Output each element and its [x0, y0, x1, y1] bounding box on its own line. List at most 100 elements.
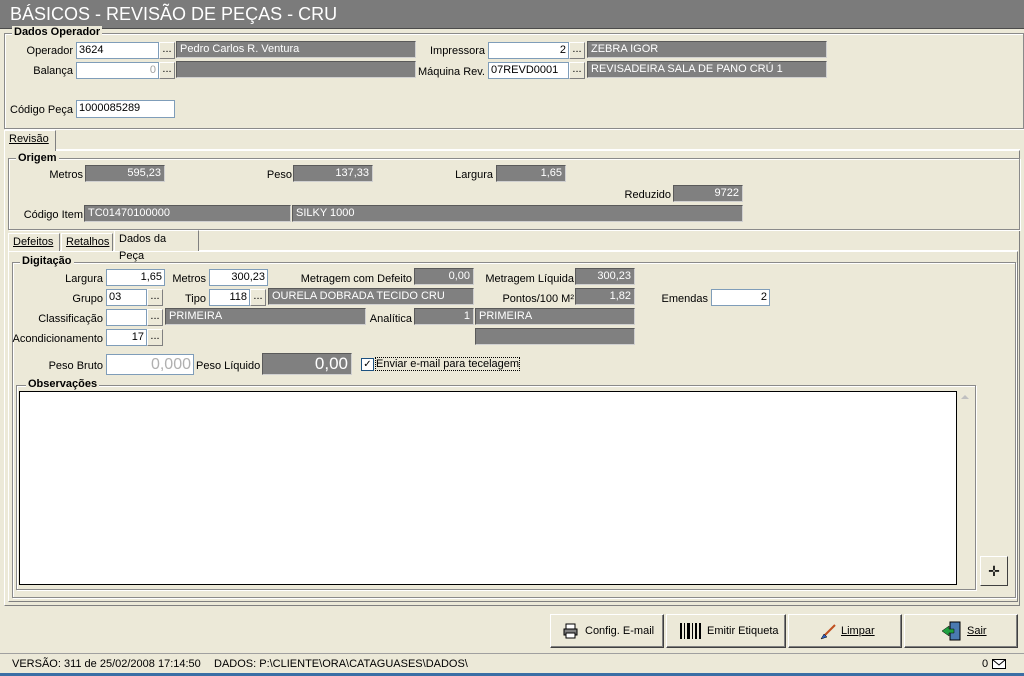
item-desc-field: SILKY 1000 — [292, 205, 743, 222]
classificacao-lookup-button[interactable]: ... — [147, 309, 163, 326]
analitica-desc-field: PRIMEIRA — [475, 308, 635, 325]
codigo-item-field: TC01470100000 — [84, 205, 291, 222]
origem-peso-label: Peso — [266, 169, 292, 181]
impressora-input[interactable]: 2 — [488, 42, 569, 59]
tipo-input[interactable]: 118 — [209, 289, 250, 306]
barcode-icon — [680, 623, 701, 639]
operador-code-input[interactable]: 3624 — [76, 42, 159, 59]
largura-input[interactable]: 1,65 — [106, 269, 165, 286]
tab-defeitos-label: Defeitos — [13, 236, 54, 248]
origem-largura-field: 1,65 — [496, 165, 566, 182]
balanca-desc-field — [176, 61, 416, 78]
operador-lookup-button[interactable]: ... — [159, 42, 175, 59]
email-checkbox-label[interactable]: Enviar e-mail para tecelagem — [374, 357, 521, 371]
balanca-label: Balança — [33, 65, 73, 77]
grupo-label: Grupo — [72, 293, 103, 305]
title-bar: BÁSICOS - REVISÃO DE PEÇAS - CRU — [0, 0, 1024, 29]
config-email-button[interactable]: Config. E-mail — [550, 614, 664, 648]
origem-reduzido-field: 9722 — [673, 185, 743, 202]
maquina-input[interactable]: 07REVD0001 — [488, 62, 569, 79]
maquina-desc-field: REVISADEIRA SALA DE PANO CRÚ 1 — [587, 61, 827, 78]
tab-dados-peca[interactable]: Dados da Peça — [114, 230, 199, 262]
email-checkbox[interactable]: ✓ — [361, 358, 374, 371]
acondicionamento-desc-field — [475, 328, 635, 345]
impressora-lookup-button[interactable]: ... — [569, 42, 585, 59]
origem-metros-label: Metros — [49, 169, 83, 181]
sair-label: Sair — [967, 625, 987, 637]
envelope-icon — [992, 659, 1006, 669]
limpar-label: Limpar — [841, 625, 875, 637]
emendas-input[interactable]: 2 — [711, 289, 770, 306]
origem-largura-label: Largura — [455, 169, 493, 181]
pontos-field: 1,82 — [575, 288, 635, 305]
config-email-label: Config. E-mail — [585, 625, 655, 637]
add-button[interactable]: ✛ — [980, 556, 1008, 586]
acondicionamento-lookup-button[interactable]: ... — [147, 329, 163, 346]
tab-retalhos[interactable]: Retalhos — [61, 233, 113, 251]
classificacao-label: Classificação — [38, 313, 103, 325]
exit-door-icon — [941, 621, 961, 641]
metragem-defeito-label: Metragem com Defeito — [300, 273, 412, 285]
dados-operador-legend: Dados Operador — [12, 26, 103, 38]
operador-name-field: Pedro Carlos R. Ventura — [176, 41, 416, 58]
operador-label: Operador — [26, 45, 73, 57]
metros-input[interactable]: 300,23 — [209, 269, 268, 286]
digitacao-legend: Digitação — [20, 255, 74, 267]
origem-peso-field: 137,33 — [293, 165, 373, 182]
acondicionamento-label: Acondicionamento — [12, 333, 103, 345]
peso-bruto-input[interactable]: 0,000 — [106, 354, 194, 375]
sair-button[interactable]: Sair — [904, 614, 1018, 648]
emitir-etiqueta-label: Emitir Etiqueta — [707, 625, 779, 637]
brush-icon — [820, 624, 836, 640]
analitica-code-field: 1 — [414, 308, 474, 325]
metragem-liquida-field: 300,23 — [575, 268, 635, 285]
classificacao-desc-field: PRIMEIRA — [165, 308, 366, 325]
balanca-input[interactable]: 0 — [76, 62, 159, 79]
codigo-peca-label: Código Peça — [10, 104, 73, 116]
tipo-label: Tipo — [185, 293, 206, 305]
tab-revisao-label: Revisão — [9, 133, 49, 145]
observacoes-textarea[interactable] — [19, 391, 957, 585]
printer-email-icon — [563, 623, 578, 639]
origem-metros-field: 595,23 — [85, 165, 165, 182]
largura-label: Largura — [65, 273, 103, 285]
acondicionamento-input[interactable]: 17 — [106, 329, 147, 346]
impressora-label: Impressora — [429, 45, 485, 57]
grupo-input[interactable]: 03 — [106, 289, 147, 306]
balanca-lookup-button[interactable]: ... — [159, 62, 175, 79]
tipo-lookup-button[interactable]: ... — [250, 289, 266, 306]
status-dados: DADOS: P:\CLIENTE\ORA\CATAGUASES\DADOS\ — [214, 658, 468, 670]
metragem-defeito-field: 0,00 — [414, 268, 474, 285]
emitir-etiqueta-button[interactable]: Emitir Etiqueta — [666, 614, 786, 648]
tipo-desc-field: OURELA DOBRADA TECIDO CRU — [268, 288, 474, 305]
status-mail-count: 0 — [982, 658, 989, 670]
origem-reduzido-label: Reduzido — [624, 189, 671, 201]
tab-retalhos-label: Retalhos — [66, 236, 110, 248]
window-title: BÁSICOS - REVISÃO DE PEÇAS - CRU — [10, 4, 338, 24]
limpar-button[interactable]: Limpar — [788, 614, 902, 648]
peso-liquido-label: Peso Líquido — [196, 360, 261, 372]
emendas-label: Emendas — [661, 293, 708, 305]
peso-bruto-label: Peso Bruto — [48, 360, 103, 372]
grupo-lookup-button[interactable]: ... — [147, 289, 163, 306]
analitica-label: Analítica — [369, 313, 412, 325]
maquina-lookup-button[interactable]: ... — [569, 62, 585, 79]
classificacao-input[interactable] — [106, 309, 147, 326]
observacoes-scrollbar[interactable] — [958, 391, 973, 585]
observacoes-legend: Observações — [26, 378, 100, 390]
metros-label: Metros — [172, 273, 206, 285]
tab-defeitos[interactable]: Defeitos — [8, 233, 60, 251]
origem-legend: Origem — [16, 152, 59, 164]
codigo-peca-input[interactable]: 1000085289 — [76, 100, 175, 118]
status-versao: VERSÃO: 311 de 25/02/2008 17:14:50 — [12, 658, 201, 670]
impressora-desc-field: ZEBRA IGOR — [587, 41, 827, 58]
scroll-up-arrow-icon[interactable] — [961, 395, 969, 399]
metragem-liquida-label: Metragem Líquida — [485, 273, 574, 285]
codigo-item-label: Código Item — [23, 209, 83, 221]
peso-liquido-field: 0,00 — [262, 353, 352, 375]
tab-revisao[interactable]: Revisão — [4, 130, 56, 151]
pontos-label: Pontos/100 M² — [502, 293, 574, 305]
status-bar: VERSÃO: 311 de 25/02/2008 17:14:50 DADOS… — [0, 653, 1024, 674]
plus-icon: ✛ — [988, 563, 1000, 579]
maquina-label: Máquina Rev. — [417, 66, 485, 78]
